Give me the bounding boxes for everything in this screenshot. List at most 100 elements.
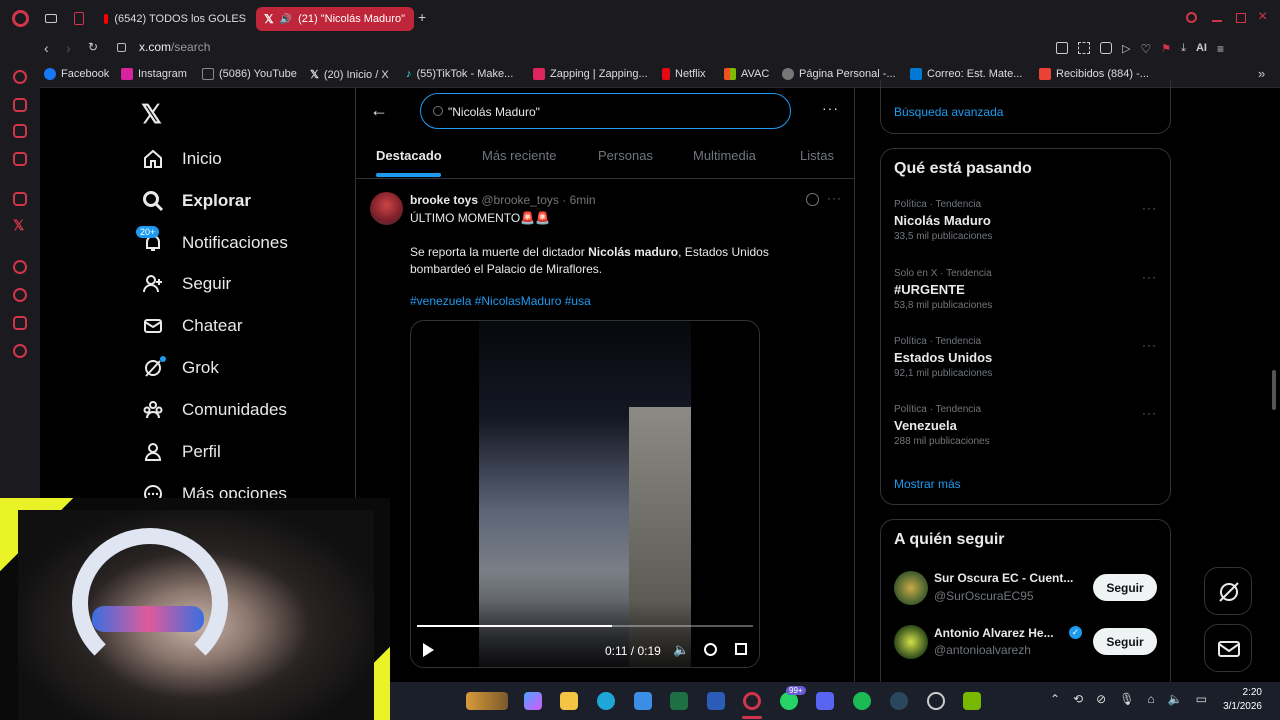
sync-icon[interactable]: ⟲ — [1073, 692, 1083, 706]
minimize-button[interactable] — [1212, 20, 1222, 22]
show-more-link[interactable]: Mostrar más — [894, 477, 961, 491]
bookmark-zapping[interactable]: Zapping | Zapping... — [533, 68, 648, 80]
store-icon[interactable] — [634, 692, 652, 710]
nav-seguir[interactable]: Seguir — [142, 269, 231, 299]
fullscreen-icon[interactable] — [735, 643, 747, 655]
tweet-author[interactable]: brooke toys — [410, 193, 478, 207]
avatar[interactable] — [894, 571, 928, 605]
adblock-icon[interactable] — [1100, 42, 1112, 54]
tab-personas[interactable]: Personas — [598, 148, 653, 163]
aria-icon[interactable]: AI — [1196, 42, 1207, 56]
bookmark-netflix[interactable]: Netflix — [662, 68, 706, 80]
workspaces-icon[interactable] — [45, 14, 57, 23]
follow-name[interactable]: Antonio Alvarez He... — [934, 626, 1054, 640]
file-explorer-icon[interactable] — [560, 692, 578, 710]
page-scrollbar[interactable] — [1272, 370, 1276, 410]
spotify-icon[interactable] — [853, 692, 871, 710]
mute-icon[interactable]: ⊘ — [1096, 692, 1106, 706]
bookmark-gmail[interactable]: Recibidos (884) -... — [1039, 68, 1149, 80]
trend-more-icon[interactable]: ··· — [1142, 406, 1157, 420]
video-progress-track[interactable] — [417, 625, 753, 627]
extension-icon[interactable] — [13, 124, 27, 138]
tab-multimedia[interactable]: Multimedia — [693, 148, 756, 163]
flow-icon[interactable] — [13, 98, 27, 112]
nav-inicio[interactable]: Inicio — [142, 144, 222, 174]
follow-button[interactable]: Seguir — [1093, 574, 1157, 601]
bookmark-youtube[interactable]: (5086) YouTube — [202, 68, 297, 80]
copilot-icon[interactable] — [524, 692, 542, 710]
tab-youtube[interactable]: (6542) TODOS los GOLES — [96, 7, 246, 31]
tweet-time[interactable]: · 6min — [562, 193, 595, 207]
player-icon[interactable] — [13, 260, 27, 274]
tab-destacado[interactable]: Destacado — [376, 148, 442, 163]
tweet-video[interactable]: 0:11 / 0:19 🔈 — [410, 320, 760, 668]
menu-icon[interactable]: ≡ — [1217, 42, 1224, 56]
trend-more-icon[interactable]: ··· — [1142, 338, 1157, 352]
bookmark-instagram[interactable]: Instagram — [121, 68, 187, 80]
avatar[interactable] — [894, 625, 928, 659]
new-tab-button[interactable]: + — [418, 10, 432, 24]
chevron-up-icon[interactable]: ⌃ — [1050, 692, 1060, 706]
messenger-icon[interactable] — [13, 152, 27, 166]
play-icon[interactable] — [423, 643, 434, 657]
trend-more-icon[interactable]: ··· — [1142, 201, 1157, 215]
tweet-hashtags[interactable]: #venezuela #NicolasMaduro #usa — [410, 294, 591, 308]
close-window-button[interactable]: × — [1258, 8, 1267, 26]
heart-icon[interactable]: ♡ — [1140, 42, 1151, 56]
bookmark-correo[interactable]: Correo: Est. Mate... — [910, 68, 1022, 80]
grok-floating-button[interactable] — [1204, 567, 1252, 615]
tab-x-search[interactable]: 𝕏 🔊 (21) "Nicolás Maduro" — [256, 7, 414, 31]
follow-name[interactable]: Sur Oscura EC - Cuent... — [934, 571, 1073, 585]
battery-icon[interactable]: ▭ — [1196, 692, 1207, 706]
nav-comunidades[interactable]: Comunidades — [142, 395, 287, 425]
bookmark-pagina-personal[interactable]: Página Personal -... — [782, 68, 896, 80]
volume-icon[interactable]: 🔈 — [673, 642, 689, 658]
play-icon[interactable]: ▷ — [1122, 42, 1130, 56]
download-icon[interactable]: ⤓ — [1181, 42, 1186, 56]
bookmark-facebook[interactable]: Facebook — [44, 68, 109, 80]
settings-icon[interactable] — [13, 344, 27, 358]
x-sidebar-icon[interactable]: 𝕏 — [13, 217, 24, 234]
more-bookmarks-icon[interactable]: » — [1258, 66, 1265, 81]
trend-more-icon[interactable]: ··· — [1142, 270, 1157, 284]
bookmark-avac[interactable]: AVAC — [724, 68, 769, 80]
history-icon[interactable] — [13, 288, 27, 302]
forward-arrow-icon[interactable]: › — [66, 40, 71, 56]
bookmark-tiktok[interactable]: ♪ (55)TikTok - Make... — [406, 68, 513, 80]
opera-icon[interactable] — [743, 692, 761, 710]
clock[interactable]: 2:20 3/1/2026 — [1212, 686, 1262, 714]
nvidia-icon[interactable] — [963, 692, 981, 710]
word-icon[interactable] — [707, 692, 725, 710]
grok-icon[interactable] — [806, 193, 819, 206]
volume-icon[interactable]: 🔈 — [1168, 692, 1183, 706]
follow-button[interactable]: Seguir — [1093, 628, 1157, 655]
advanced-search-link[interactable]: Búsqueda avanzada — [894, 105, 1003, 119]
discord-icon[interactable] — [816, 692, 834, 710]
steam-icon[interactable] — [890, 692, 908, 710]
page-icon[interactable] — [74, 12, 84, 25]
widgets-icon[interactable] — [466, 692, 508, 710]
url-field[interactable]: x.com/search — [139, 40, 210, 54]
search-input[interactable]: "Nicolás Maduro" — [420, 93, 791, 129]
excel-icon[interactable] — [670, 692, 688, 710]
more-options-icon[interactable]: ··· — [822, 100, 839, 116]
tweet-handle[interactable]: @brooke_toys — [481, 193, 559, 207]
microphone-icon[interactable]: 🎙 — [1119, 692, 1134, 706]
tab-listas[interactable]: Listas — [800, 148, 834, 163]
trend-item[interactable]: Política · Tendencia Nicolás Maduro 33,5 m… — [894, 199, 992, 242]
trend-item[interactable]: Política · Tendencia Estados Unidos 92,1 m… — [894, 336, 992, 379]
pin-icon[interactable] — [1056, 42, 1068, 54]
messages-floating-button[interactable] — [1204, 624, 1252, 672]
tweet-avatar[interactable] — [370, 192, 403, 225]
ai-icon[interactable] — [13, 70, 27, 84]
nav-perfil[interactable]: Perfil — [142, 437, 221, 467]
nav-chatear[interactable]: Chatear — [142, 311, 242, 341]
settings-icon[interactable] — [704, 643, 717, 656]
tweet-more-icon[interactable]: ··· — [827, 191, 842, 205]
x-logo-icon[interactable]: 𝕏 — [141, 99, 162, 130]
nav-explorar[interactable]: Explorar — [142, 186, 251, 216]
extensions-icon[interactable] — [13, 316, 27, 330]
trend-item[interactable]: Solo en X · Tendencia #URGENTE 53,8 mil pu… — [894, 268, 992, 311]
back-arrow-icon[interactable]: ‹ — [44, 40, 49, 56]
search-tabs-icon[interactable] — [1186, 12, 1197, 23]
